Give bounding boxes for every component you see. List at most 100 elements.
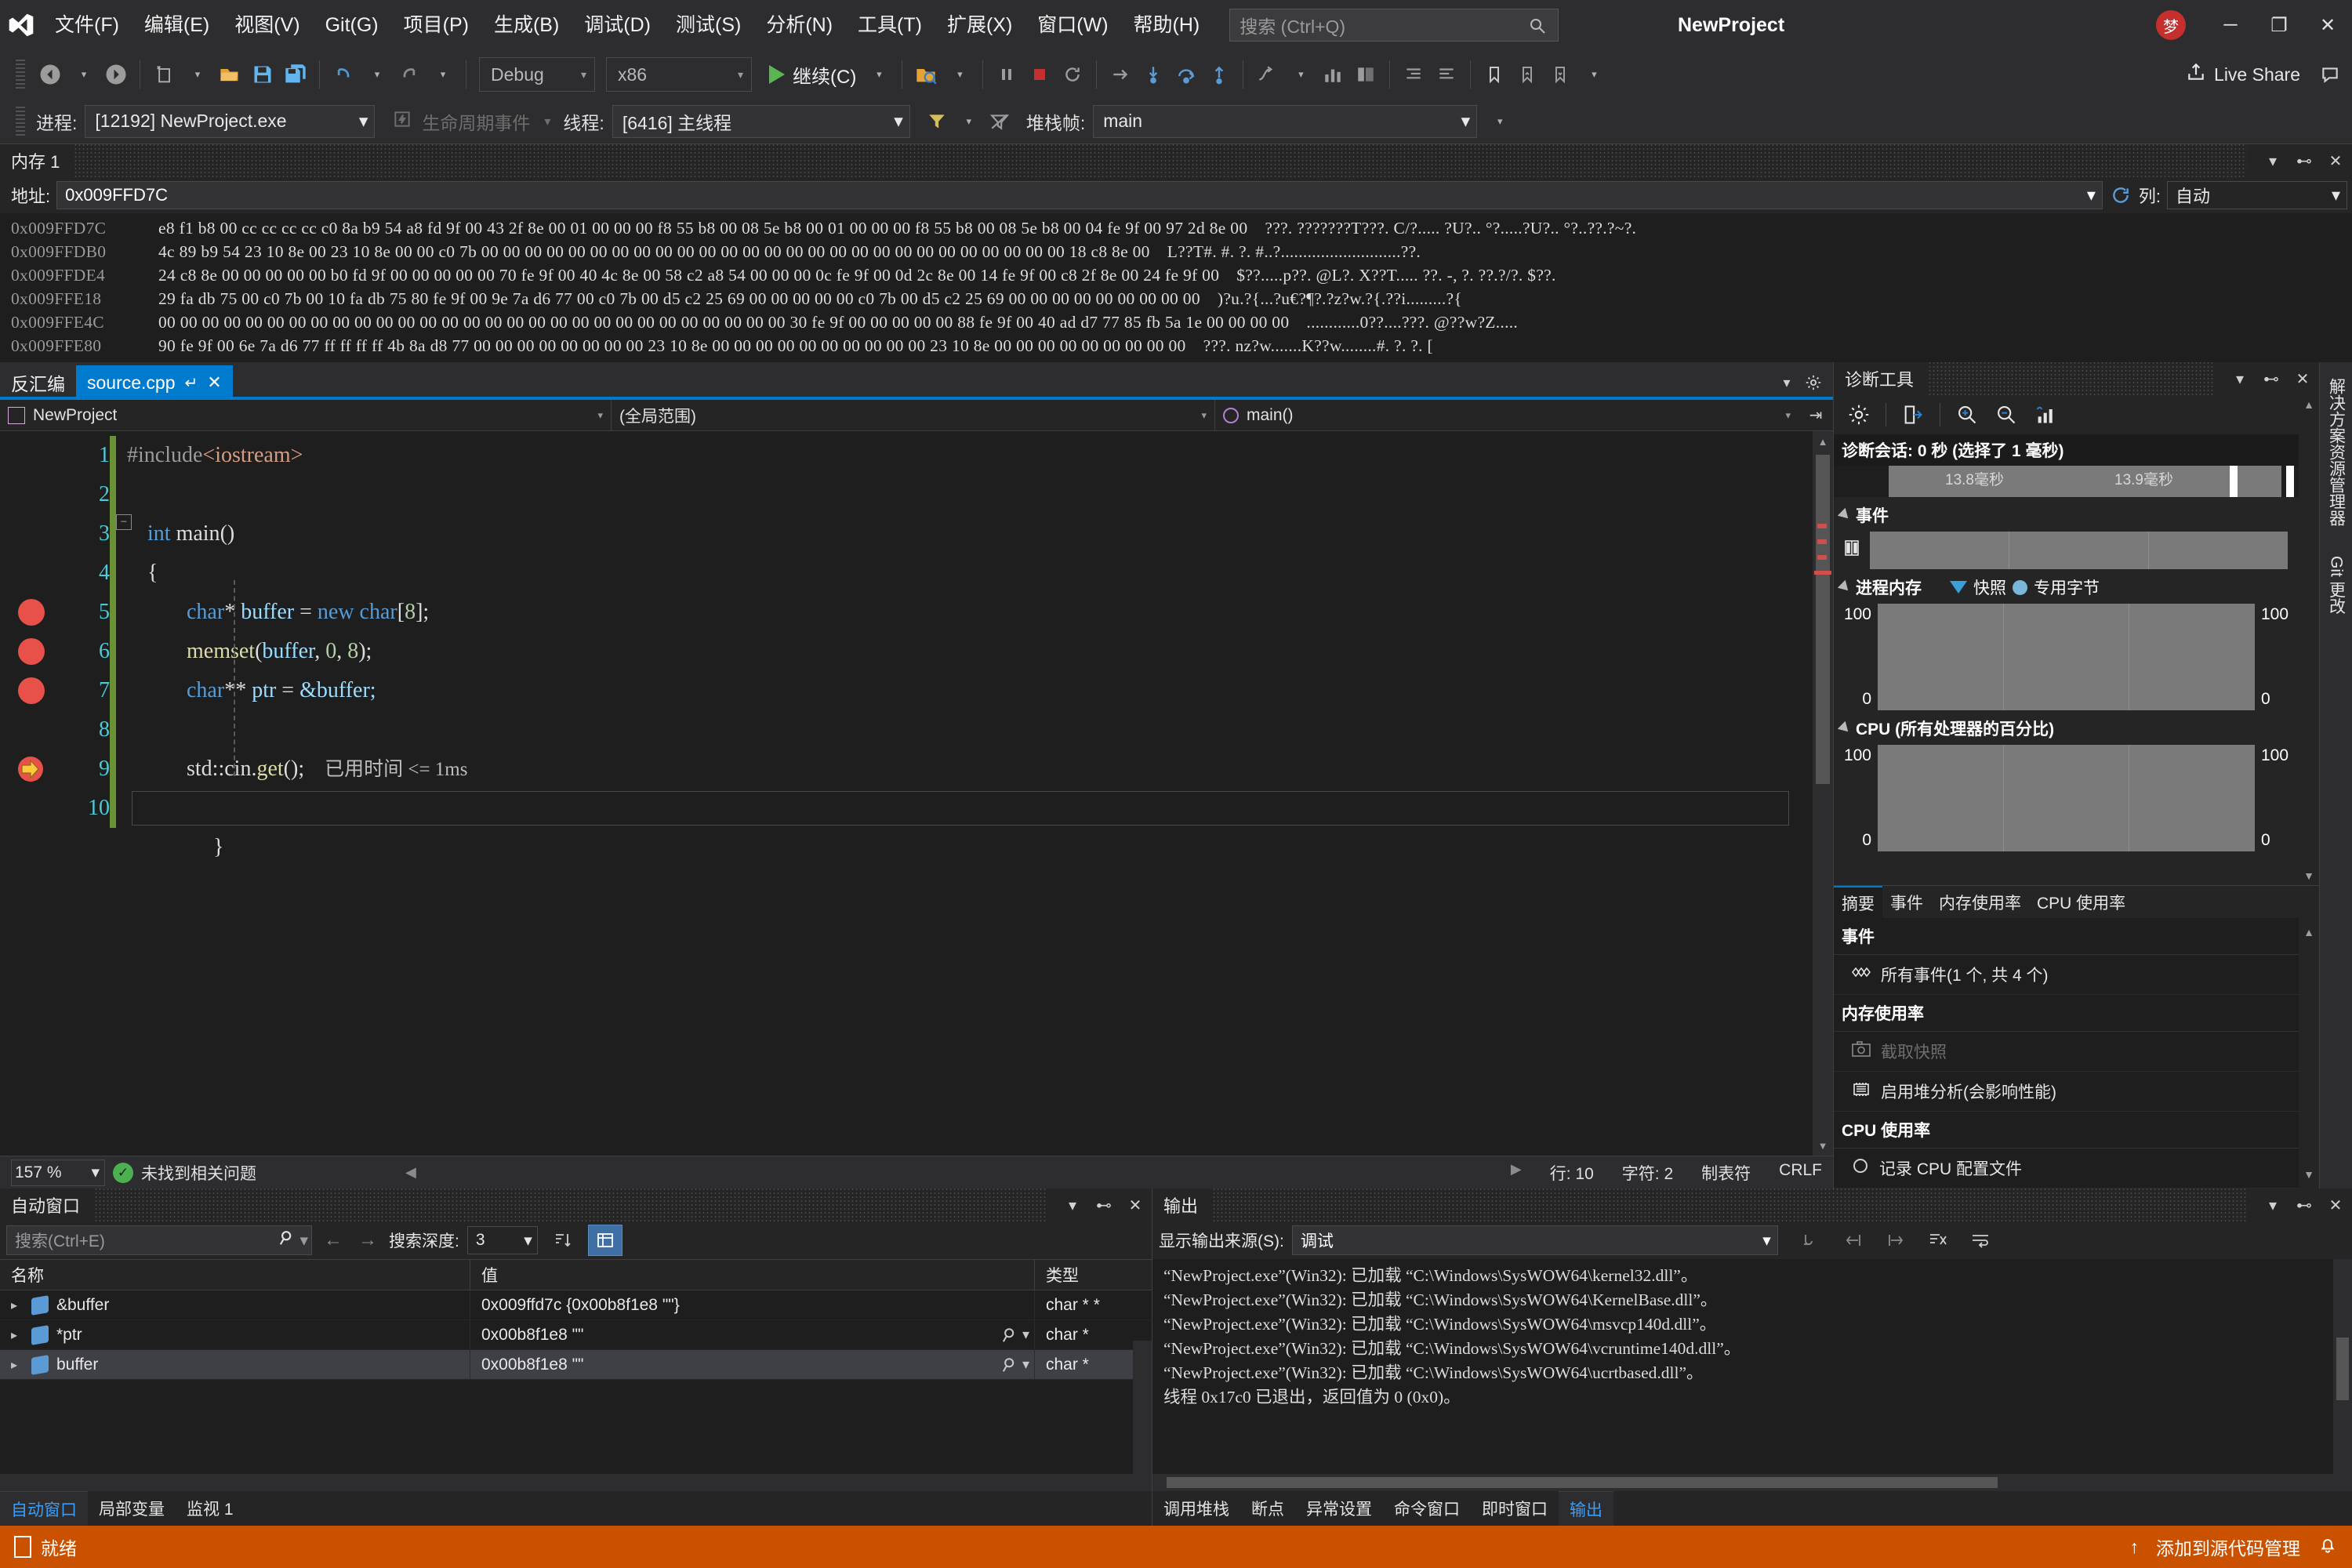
summary-scroll-up-icon[interactable]: ▲	[2303, 926, 2314, 938]
column-header-value[interactable]: 值	[470, 1260, 1035, 1290]
toggle-wordwrap-icon[interactable]	[1963, 1225, 1998, 1256]
summary-scrollbar[interactable]: ▲ ▼	[2299, 918, 2319, 1189]
save-icon[interactable]	[247, 56, 278, 93]
rail-tab-git-changes[interactable]: Git 更改	[2325, 551, 2348, 619]
bottom-tab-command-window[interactable]: 命令窗口	[1383, 1491, 1471, 1526]
menu-edit[interactable]: 编辑(E)	[132, 0, 222, 50]
visualizer-magnifier-icon[interactable]: ▾	[1002, 1356, 1029, 1374]
diag-tab-cpu[interactable]: CPU 使用率	[2029, 886, 2133, 918]
memory-columns-select[interactable]: 自动 ▾	[2167, 181, 2347, 209]
row-expander-icon[interactable]: ▸	[11, 1327, 31, 1343]
gutter-line-1[interactable]	[0, 436, 63, 475]
summary-enable-heap[interactable]: 启用堆分析(会影响性能)	[1834, 1072, 2299, 1112]
diagnostic-timeline-ruler[interactable]: 13.8毫秒 13.9毫秒	[1834, 466, 2299, 497]
hex-display-toggle-icon[interactable]	[587, 1225, 622, 1256]
menu-project[interactable]: 项目(P)	[391, 0, 481, 50]
parallel-stacks-icon[interactable]	[1317, 56, 1348, 93]
global-search-input[interactable]: 搜索 (Ctrl+Q)	[1229, 9, 1559, 42]
next-bookmark-icon[interactable]	[1544, 56, 1576, 93]
zoom-in-icon[interactable]	[1950, 399, 1984, 430]
no-filter-icon[interactable]	[984, 103, 1015, 140]
gutter-line-2[interactable]	[0, 475, 63, 514]
navigate-back-dropdown-icon[interactable]: ▾	[67, 56, 99, 93]
threads-dropdown-icon[interactable]: ▾	[1284, 56, 1316, 93]
diag-tab-events[interactable]: 事件	[1882, 886, 1931, 918]
rail-tab-solution-explorer[interactable]: 解决方案资源管理器	[2325, 373, 2348, 531]
threads-icon[interactable]	[1251, 56, 1283, 93]
step-over-icon[interactable]	[1171, 56, 1202, 93]
table-row[interactable]: ▸ *ptr 0x00b8f1e8 "" ▾ char *	[0, 1320, 1152, 1350]
scroll-up-icon[interactable]: ▲	[1813, 431, 1833, 452]
row-expander-icon[interactable]: ▸	[11, 1298, 31, 1313]
hscroll-left-icon[interactable]: ◀	[405, 1164, 416, 1181]
tab-pin-icon[interactable]: ↵	[185, 373, 198, 393]
gutter-line-10[interactable]	[0, 789, 63, 828]
stop-icon[interactable]	[1024, 56, 1055, 93]
search-next-icon[interactable]: →	[354, 1226, 381, 1254]
current-statement-breakpoint-icon[interactable]	[16, 755, 47, 783]
zoom-out-icon[interactable]	[1989, 399, 2024, 430]
output-menu-icon[interactable]: ▾	[2261, 1192, 2285, 1218]
pause-icon[interactable]	[991, 56, 1022, 93]
events-section-header[interactable]: 事件	[1834, 497, 2299, 532]
nav-scope-select[interactable]: (全局范围) ▾	[612, 399, 1215, 431]
chart-icon[interactable]	[2028, 399, 2063, 430]
summary-record-cpu[interactable]: 记录 CPU 配置文件	[1834, 1149, 2299, 1189]
table-row[interactable]: ▸ &buffer 0x009ffd7c {0x00b8f1e8 ""} cha…	[0, 1290, 1152, 1320]
row-value[interactable]: 0x00b8f1e8 ""	[481, 1356, 584, 1374]
filter-dropdown-icon[interactable]: ▾	[953, 103, 984, 140]
editor-vertical-scrollbar[interactable]: ▲ ▼	[1813, 431, 1833, 1156]
search-prev-icon[interactable]: ←	[320, 1226, 347, 1254]
export-icon[interactable]	[1896, 399, 1930, 430]
events-graph[interactable]	[1870, 532, 2288, 569]
tab-close-icon[interactable]: ✕	[207, 372, 221, 393]
output-hscrollbar-thumb[interactable]	[1167, 1477, 1998, 1488]
search-options-chevron-icon[interactable]: ▾	[299, 1231, 308, 1250]
debug-toolbar-grip[interactable]	[16, 106, 25, 136]
menu-analyze[interactable]: 分析(N)	[753, 0, 845, 50]
row-expander-icon[interactable]: ▸	[11, 1357, 31, 1373]
timeline-track[interactable]: 13.8毫秒 13.9毫秒	[1889, 466, 2281, 497]
output-source-select[interactable]: 调试 ▾	[1291, 1225, 1778, 1255]
row-value[interactable]: 0x00b8f1e8 ""	[481, 1326, 584, 1345]
diagnostic-tools-drag-handle[interactable]	[1928, 362, 2214, 395]
platform-select[interactable]: x86 ▾	[606, 57, 752, 92]
redo-icon[interactable]	[394, 56, 425, 93]
menu-tools[interactable]: 工具(T)	[845, 0, 935, 50]
output-vertical-scrollbar[interactable]	[2333, 1259, 2352, 1474]
output-scrollbar-thumb[interactable]	[2336, 1338, 2349, 1400]
toolbar-overflow-icon[interactable]: ▾	[1577, 56, 1609, 93]
diagnostic-pin-icon[interactable]: ⊷	[2259, 365, 2283, 392]
bottom-tab-immediate-window[interactable]: 即时窗口	[1471, 1491, 1559, 1526]
feedback-icon[interactable]	[2314, 56, 2346, 93]
diagnostic-menu-icon[interactable]: ▾	[2228, 365, 2252, 392]
nav-member-select[interactable]: main() ▾	[1215, 400, 1798, 431]
code-text-area[interactable]: − #include<iostream> int main() { char* …	[116, 431, 1813, 1156]
new-file-dropdown-icon[interactable]: ▾	[181, 56, 212, 93]
menu-test[interactable]: 测试(S)	[663, 0, 753, 50]
tab-source-cpp[interactable]: source.cpp ↵ ✕	[76, 365, 233, 400]
notifications-bell-icon[interactable]	[2318, 1534, 2338, 1559]
continue-button[interactable]: 继续(C)	[758, 56, 861, 93]
autos-pin-icon[interactable]: ⊷	[1092, 1192, 1116, 1218]
summary-take-snapshot[interactable]: 截取快照	[1834, 1032, 2299, 1072]
navigate-back-icon[interactable]	[34, 56, 66, 93]
new-file-icon[interactable]	[148, 56, 180, 93]
diagnostic-close-icon[interactable]: ✕	[2291, 365, 2314, 392]
diagnostic-graph-scrollbar[interactable]: ▲ ▼	[2299, 395, 2319, 885]
bottom-tab-watch1[interactable]: 监视 1	[176, 1491, 245, 1526]
diag-scroll-up-icon[interactable]: ▲	[2303, 398, 2314, 411]
breakpoint-icon[interactable]	[18, 677, 45, 704]
autos-grid-body[interactable]: ▸ &buffer 0x009ffd7c {0x00b8f1e8 ""} cha…	[0, 1290, 1152, 1474]
menu-git[interactable]: Git(G)	[313, 0, 391, 50]
menu-file[interactable]: 文件(F)	[42, 0, 132, 50]
diag-tab-memory[interactable]: 内存使用率	[1931, 886, 2029, 918]
open-folder-icon[interactable]	[214, 56, 245, 93]
lifecycle-chevron-icon[interactable]: ▾	[544, 114, 550, 129]
find-message-icon[interactable]	[1794, 1225, 1828, 1256]
attach-dropdown-icon[interactable]: ▾	[943, 56, 975, 93]
memory-window-drag-handle[interactable]	[74, 144, 2247, 177]
memory-refresh-icon[interactable]	[2109, 182, 2132, 209]
stackframe-select[interactable]: main ▾	[1093, 104, 1478, 138]
summary-all-events[interactable]: 所有事件(1 个, 共 4 个)	[1834, 955, 2299, 995]
